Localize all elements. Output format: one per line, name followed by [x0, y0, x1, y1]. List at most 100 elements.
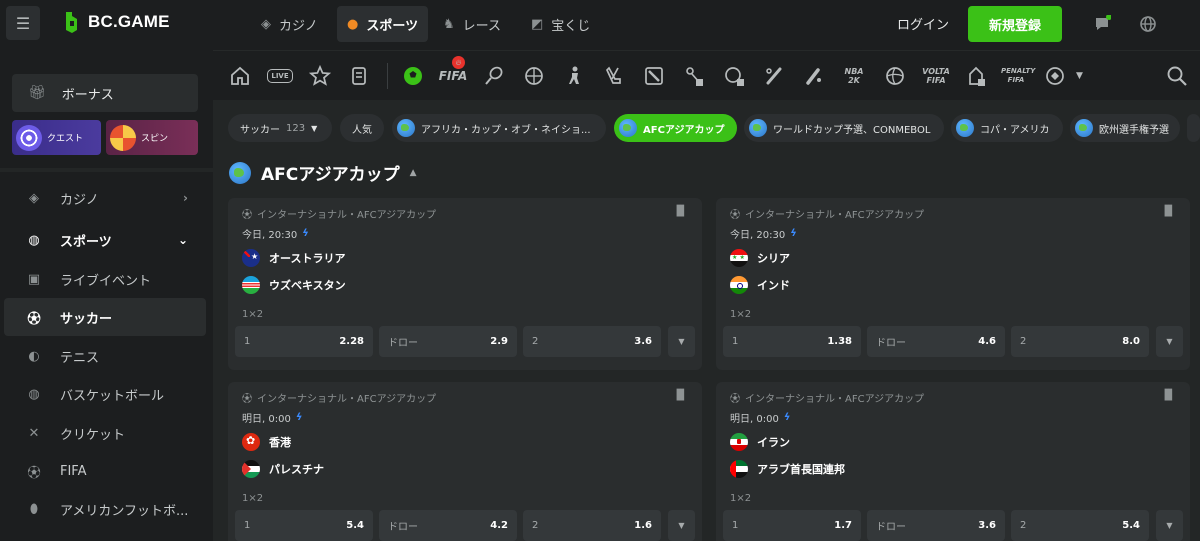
odds-button-draw[interactable]: ドロー 2.9 — [379, 326, 517, 357]
esports-soccer-icon[interactable] — [682, 64, 706, 88]
chevron-down-icon: ▼ — [1076, 71, 1083, 81]
odds-button-away[interactable]: 2 1.6 — [523, 510, 661, 541]
more-sports-icon[interactable]: ▼ — [1044, 64, 1088, 88]
odds-button-home[interactable]: 1 5.4 — [235, 510, 373, 541]
chevron-down-icon: ⌄ — [177, 233, 188, 247]
cricket-icon[interactable] — [802, 64, 826, 88]
away-team[interactable]: パレスチナ — [242, 460, 324, 478]
more-markets-button[interactable]: ▼ — [1156, 510, 1183, 541]
chat-icon[interactable] — [1093, 15, 1111, 33]
menu-toggle-button[interactable]: ☰ — [6, 6, 40, 40]
team-name: パレスチナ — [269, 463, 324, 476]
sidebar-item-soccer[interactable]: ⚽︎ サッカー — [4, 298, 206, 336]
match-card[interactable]: ⚽︎ インターナショナル・AFCアジアカップ ▐▌ 今日, 20:30 ϟ シリ… — [716, 198, 1190, 370]
away-team[interactable]: インド — [730, 276, 790, 294]
bonus-button[interactable]: 🎁︎ ボーナス — [12, 74, 198, 112]
odds-button-home[interactable]: 1 1.7 — [723, 510, 861, 541]
basketball-icon[interactable] — [522, 64, 546, 88]
away-team[interactable]: アラブ首長国連邦 — [730, 460, 845, 478]
home-icon[interactable] — [228, 64, 252, 88]
baseball-icon[interactable] — [762, 64, 786, 88]
sidebar-item-tennis[interactable]: ◐ テニス — [4, 337, 206, 375]
live-icon[interactable]: LIVE — [266, 64, 294, 88]
register-button[interactable]: 新規登録 — [968, 6, 1062, 42]
sport-filter-dropdown[interactable]: サッカー 123 ▼ — [228, 114, 332, 142]
chip-overflow[interactable] — [1187, 114, 1200, 142]
sidebar-item-american-football[interactable]: ⬮ アメリカンフットボ... — [4, 490, 206, 528]
chip-copa-america[interactable]: コパ・アメリカ — [951, 114, 1063, 142]
more-markets-button[interactable]: ▼ — [668, 326, 695, 357]
chip-euro-qualifiers[interactable]: 欧州選手権予選 — [1070, 114, 1180, 142]
cs-icon[interactable] — [562, 64, 586, 88]
home-team[interactable]: 香港 — [242, 433, 291, 451]
stats-icon[interactable]: ▐▌ — [673, 390, 688, 401]
odds-button-away[interactable]: 2 3.6 — [523, 326, 661, 357]
stats-icon[interactable]: ▐▌ — [1161, 206, 1176, 217]
login-button[interactable]: ログイン — [897, 14, 949, 33]
spin-button[interactable]: スピン — [106, 120, 198, 155]
team-name: イラン — [757, 436, 790, 449]
tennis-icon[interactable] — [482, 64, 506, 88]
penalty-fifa-icon[interactable]: PENALTY FIFA — [1001, 64, 1035, 88]
odds-label: 1 — [732, 336, 739, 347]
fast-bet-icon: ϟ — [783, 412, 791, 423]
dota-icon[interactable] — [642, 64, 666, 88]
odds-button-away[interactable]: 2 5.4 — [1011, 510, 1149, 541]
stats-icon[interactable]: ▐▌ — [673, 206, 688, 217]
odds-button-draw[interactable]: ドロー 4.6 — [867, 326, 1005, 357]
tab-sports[interactable]: ● スポーツ — [337, 6, 429, 42]
sidebar-item-cricket[interactable]: ✕ クリケット — [4, 414, 206, 452]
stats-icon[interactable]: ▐▌ — [1161, 390, 1176, 401]
nba2k-icon[interactable]: NBA 2K — [839, 64, 869, 88]
more-markets-button[interactable]: ▼ — [668, 510, 695, 541]
more-markets-button[interactable]: ▼ — [1156, 326, 1183, 357]
quest-button[interactable]: クエスト — [12, 120, 101, 155]
odds-button-draw[interactable]: ドロー 4.2 — [379, 510, 517, 541]
sidebar-item-fifa[interactable]: ⚽︎ FIFA — [4, 452, 206, 490]
chip-afc-asian-cup[interactable]: AFCアジアカップ — [614, 114, 737, 142]
sidebar-item-casino[interactable]: ◈ カジノ › — [4, 179, 206, 217]
search-icon[interactable] — [1165, 64, 1189, 88]
tab-lottery[interactable]: ◩ 宝くじ — [521, 6, 600, 42]
chip-popular[interactable]: 人気 — [340, 114, 384, 142]
soccer-ball-icon[interactable] — [401, 64, 425, 88]
spin-wheel-icon — [110, 124, 136, 151]
betslip-icon[interactable] — [348, 64, 372, 88]
home-team[interactable]: イラン — [730, 433, 790, 451]
globe-icon[interactable] — [1139, 15, 1157, 33]
away-team[interactable]: ウズベキスタン — [242, 276, 346, 294]
chip-world-cup-qualifiers-conmebol[interactable]: ワールドカップ予選、CONMEBOL — [744, 114, 944, 142]
odds-button-home[interactable]: 1 1.38 — [723, 326, 861, 357]
home-team[interactable]: オーストラリア — [242, 249, 345, 267]
fifa-icon[interactable]: 🔥︎ FIFA — [439, 56, 467, 88]
e-hockey-icon[interactable] — [964, 64, 988, 88]
odds-button-away[interactable]: 2 8.0 — [1011, 326, 1149, 357]
match-card[interactable]: ⚽︎ インターナショナル・AFCアジアカップ ▐▌ 今日, 20:30 ϟ オー… — [228, 198, 702, 370]
odds-button-draw[interactable]: ドロー 3.6 — [867, 510, 1005, 541]
volleyball-icon[interactable] — [883, 64, 907, 88]
globe-icon — [956, 119, 974, 137]
sidebar-item-live-events[interactable]: ▣ ライブイベント — [4, 260, 206, 298]
sidebar-item-sports[interactable]: ◍ スポーツ ⌄ — [4, 221, 206, 259]
chip-africa-cup[interactable]: アフリカ・カップ・オブ・ネイショ... — [392, 114, 606, 142]
sidebar-item-basketball[interactable]: ◍ バスケットボール — [4, 375, 206, 413]
odds-label: ドロー — [388, 338, 418, 349]
volta-fifa-icon[interactable]: VOLTA FIFA — [921, 64, 951, 88]
tab-racing[interactable]: ♞ レース — [433, 6, 511, 42]
tab-casino[interactable]: ◈ カジノ — [251, 6, 328, 42]
chevron-down-icon: ▼ — [678, 337, 685, 346]
hockey-icon[interactable] — [602, 64, 626, 88]
home-team[interactable]: シリア — [730, 249, 790, 267]
star-icon[interactable] — [308, 64, 332, 88]
logo[interactable]: BC.GAME — [62, 10, 170, 34]
odds-button-home[interactable]: 1 2.28 — [235, 326, 373, 357]
sport-filter-count: 123 — [286, 122, 306, 134]
sport-filter-label: サッカー — [240, 124, 280, 136]
calendar-icon: ▣ — [27, 271, 41, 287]
page-title[interactable]: AFCアジアカップ ▲ — [229, 160, 417, 185]
match-time: 今日, 20:30 ϟ — [730, 226, 797, 241]
golf-icon[interactable] — [722, 64, 746, 88]
odds-value: 8.0 — [1122, 336, 1140, 347]
match-card[interactable]: ⚽︎ インターナショナル・AFCアジアカップ ▐▌ 明日, 0:00 ϟ イラン… — [716, 382, 1190, 541]
match-card[interactable]: ⚽︎ インターナショナル・AFCアジアカップ ▐▌ 明日, 0:00 ϟ 香港 … — [228, 382, 702, 541]
